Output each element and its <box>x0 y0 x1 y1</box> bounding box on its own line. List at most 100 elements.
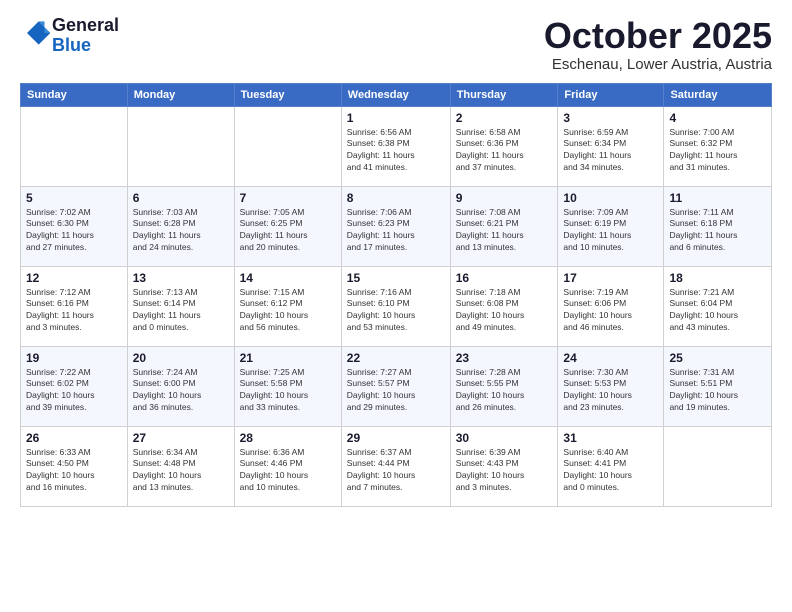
day-info: Sunrise: 6:56 AM Sunset: 6:38 PM Dayligh… <box>347 127 445 175</box>
calendar: Sunday Monday Tuesday Wednesday Thursday… <box>20 83 772 507</box>
calendar-week-1: 1 Sunrise: 6:56 AM Sunset: 6:38 PM Daylig… <box>21 106 772 186</box>
header-saturday: Saturday <box>664 83 772 106</box>
logo-general-text: General <box>52 15 119 35</box>
day-info: Sunrise: 7:11 AM Sunset: 6:18 PM Dayligh… <box>669 207 766 255</box>
calendar-cell <box>21 106 128 186</box>
header-tuesday: Tuesday <box>234 83 341 106</box>
day-number: 5 <box>26 191 122 205</box>
calendar-week-4: 19 Sunrise: 7:22 AM Sunset: 6:02 PM Dayli… <box>21 346 772 426</box>
day-info: Sunrise: 6:40 AM Sunset: 4:41 PM Dayligh… <box>563 447 658 495</box>
day-number: 16 <box>456 271 553 285</box>
day-info: Sunrise: 7:02 AM Sunset: 6:30 PM Dayligh… <box>26 207 122 255</box>
day-number: 26 <box>26 431 122 445</box>
header: General Blue October 2025 Eschenau, Lowe… <box>20 16 772 73</box>
day-info: Sunrise: 7:05 AM Sunset: 6:25 PM Dayligh… <box>240 207 336 255</box>
day-number: 3 <box>563 111 658 125</box>
calendar-cell: 31 Sunrise: 6:40 AM Sunset: 4:41 PM Dayli… <box>558 426 664 506</box>
calendar-cell: 18 Sunrise: 7:21 AM Sunset: 6:04 PM Dayli… <box>664 266 772 346</box>
weekday-header-row: Sunday Monday Tuesday Wednesday Thursday… <box>21 83 772 106</box>
calendar-cell: 25 Sunrise: 7:31 AM Sunset: 5:51 PM Dayli… <box>664 346 772 426</box>
day-number: 8 <box>347 191 445 205</box>
day-info: Sunrise: 6:58 AM Sunset: 6:36 PM Dayligh… <box>456 127 553 175</box>
day-number: 30 <box>456 431 553 445</box>
day-info: Sunrise: 7:25 AM Sunset: 5:58 PM Dayligh… <box>240 367 336 415</box>
calendar-cell: 7 Sunrise: 7:05 AM Sunset: 6:25 PM Daylig… <box>234 186 341 266</box>
day-number: 17 <box>563 271 658 285</box>
day-number: 15 <box>347 271 445 285</box>
day-info: Sunrise: 7:31 AM Sunset: 5:51 PM Dayligh… <box>669 367 766 415</box>
day-number: 4 <box>669 111 766 125</box>
day-info: Sunrise: 7:06 AM Sunset: 6:23 PM Dayligh… <box>347 207 445 255</box>
calendar-cell: 10 Sunrise: 7:09 AM Sunset: 6:19 PM Dayli… <box>558 186 664 266</box>
calendar-cell: 5 Sunrise: 7:02 AM Sunset: 6:30 PM Daylig… <box>21 186 128 266</box>
day-info: Sunrise: 7:30 AM Sunset: 5:53 PM Dayligh… <box>563 367 658 415</box>
day-info: Sunrise: 7:15 AM Sunset: 6:12 PM Dayligh… <box>240 287 336 335</box>
calendar-cell: 24Sunrise: 7:30 AM Sunset: 5:53 PM Dayli… <box>558 346 664 426</box>
day-number: 9 <box>456 191 553 205</box>
calendar-cell: 19 Sunrise: 7:22 AM Sunset: 6:02 PM Dayli… <box>21 346 128 426</box>
page: General Blue October 2025 Eschenau, Lowe… <box>0 0 792 517</box>
calendar-week-2: 5 Sunrise: 7:02 AM Sunset: 6:30 PM Daylig… <box>21 186 772 266</box>
calendar-cell: 22 Sunrise: 7:27 AM Sunset: 5:57 PM Dayli… <box>341 346 450 426</box>
calendar-cell: 12 Sunrise: 7:12 AM Sunset: 6:16 PM Dayli… <box>21 266 128 346</box>
calendar-cell: 13Sunrise: 7:13 AM Sunset: 6:14 PM Dayli… <box>127 266 234 346</box>
day-number: 6 <box>133 191 229 205</box>
day-info: Sunrise: 7:28 AM Sunset: 5:55 PM Dayligh… <box>456 367 553 415</box>
header-monday: Monday <box>127 83 234 106</box>
calendar-cell: 29Sunrise: 6:37 AM Sunset: 4:44 PM Dayli… <box>341 426 450 506</box>
day-number: 29 <box>347 431 445 445</box>
day-number: 19 <box>26 351 122 365</box>
day-number: 12 <box>26 271 122 285</box>
calendar-cell: 30Sunrise: 6:39 AM Sunset: 4:43 PM Dayli… <box>450 426 558 506</box>
day-number: 10 <box>563 191 658 205</box>
day-info: Sunrise: 7:13 AM Sunset: 6:14 PM Dayligh… <box>133 287 229 335</box>
header-friday: Friday <box>558 83 664 106</box>
calendar-cell: 23Sunrise: 7:28 AM Sunset: 5:55 PM Dayli… <box>450 346 558 426</box>
calendar-cell: 28Sunrise: 6:36 AM Sunset: 4:46 PM Dayli… <box>234 426 341 506</box>
calendar-cell: 8 Sunrise: 7:06 AM Sunset: 6:23 PM Daylig… <box>341 186 450 266</box>
day-number: 2 <box>456 111 553 125</box>
calendar-cell: 1 Sunrise: 6:56 AM Sunset: 6:38 PM Daylig… <box>341 106 450 186</box>
day-info: Sunrise: 7:03 AM Sunset: 6:28 PM Dayligh… <box>133 207 229 255</box>
day-number: 28 <box>240 431 336 445</box>
calendar-cell <box>127 106 234 186</box>
location: Eschenau, Lower Austria, Austria <box>544 56 772 73</box>
calendar-cell: 16 Sunrise: 7:18 AM Sunset: 6:08 PM Dayli… <box>450 266 558 346</box>
day-number: 27 <box>133 431 229 445</box>
calendar-cell <box>234 106 341 186</box>
day-info: Sunrise: 7:08 AM Sunset: 6:21 PM Dayligh… <box>456 207 553 255</box>
calendar-cell: 6 Sunrise: 7:03 AM Sunset: 6:28 PM Daylig… <box>127 186 234 266</box>
day-info: Sunrise: 6:59 AM Sunset: 6:34 PM Dayligh… <box>563 127 658 175</box>
day-info: Sunrise: 7:18 AM Sunset: 6:08 PM Dayligh… <box>456 287 553 335</box>
calendar-cell: 17Sunrise: 7:19 AM Sunset: 6:06 PM Dayli… <box>558 266 664 346</box>
calendar-cell: 9 Sunrise: 7:08 AM Sunset: 6:21 PM Daylig… <box>450 186 558 266</box>
day-number: 18 <box>669 271 766 285</box>
day-number: 31 <box>563 431 658 445</box>
calendar-cell: 20 Sunrise: 7:24 AM Sunset: 6:00 PM Dayli… <box>127 346 234 426</box>
logo-icon <box>22 18 52 48</box>
day-number: 20 <box>133 351 229 365</box>
calendar-cell: 21 Sunrise: 7:25 AM Sunset: 5:58 PM Dayli… <box>234 346 341 426</box>
calendar-cell: 4Sunrise: 7:00 AM Sunset: 6:32 PM Daylig… <box>664 106 772 186</box>
day-info: Sunrise: 7:24 AM Sunset: 6:00 PM Dayligh… <box>133 367 229 415</box>
calendar-cell: 27 Sunrise: 6:34 AM Sunset: 4:48 PM Dayli… <box>127 426 234 506</box>
day-number: 14 <box>240 271 336 285</box>
day-info: Sunrise: 7:12 AM Sunset: 6:16 PM Dayligh… <box>26 287 122 335</box>
day-info: Sunrise: 7:22 AM Sunset: 6:02 PM Dayligh… <box>26 367 122 415</box>
day-info: Sunrise: 7:09 AM Sunset: 6:19 PM Dayligh… <box>563 207 658 255</box>
day-number: 22 <box>347 351 445 365</box>
header-thursday: Thursday <box>450 83 558 106</box>
calendar-cell: 3 Sunrise: 6:59 AM Sunset: 6:34 PM Daylig… <box>558 106 664 186</box>
day-info: Sunrise: 7:27 AM Sunset: 5:57 PM Dayligh… <box>347 367 445 415</box>
month-title: October 2025 <box>544 16 772 56</box>
day-number: 7 <box>240 191 336 205</box>
day-number: 11 <box>669 191 766 205</box>
day-info: Sunrise: 7:21 AM Sunset: 6:04 PM Dayligh… <box>669 287 766 335</box>
calendar-week-3: 12 Sunrise: 7:12 AM Sunset: 6:16 PM Dayli… <box>21 266 772 346</box>
day-info: Sunrise: 6:34 AM Sunset: 4:48 PM Dayligh… <box>133 447 229 495</box>
day-number: 25 <box>669 351 766 365</box>
day-number: 1 <box>347 111 445 125</box>
calendar-cell <box>664 426 772 506</box>
day-number: 21 <box>240 351 336 365</box>
calendar-cell: 14 Sunrise: 7:15 AM Sunset: 6:12 PM Dayli… <box>234 266 341 346</box>
